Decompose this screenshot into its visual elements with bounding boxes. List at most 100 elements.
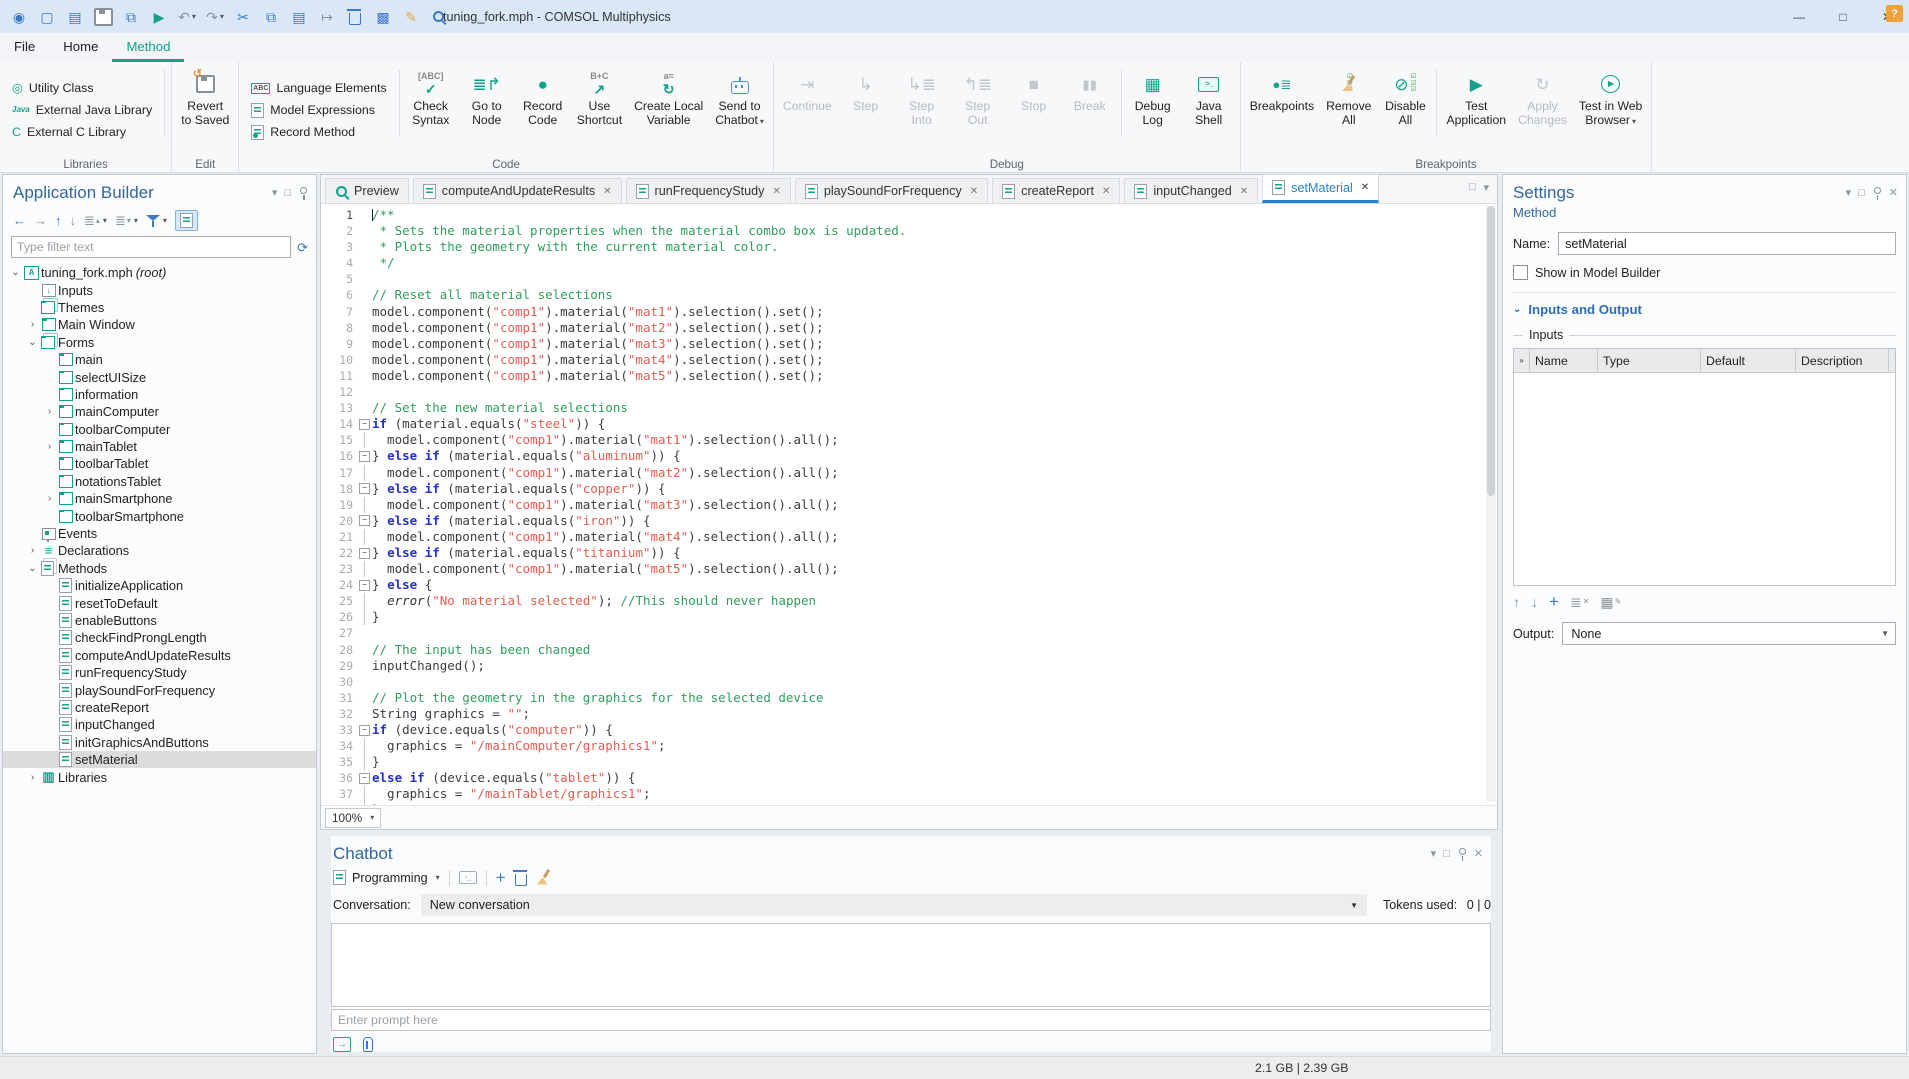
tree-item-playsoundforfrequency[interactable]: playSoundForFrequency bbox=[3, 681, 316, 698]
expander-icon[interactable]: ⌄ bbox=[9, 267, 22, 278]
forward-button[interactable]: → bbox=[34, 214, 47, 227]
maximize-button[interactable]: □ bbox=[1821, 0, 1865, 33]
move-up-button[interactable]: ↑ bbox=[1513, 595, 1520, 609]
expander-icon[interactable]: › bbox=[43, 406, 56, 417]
expander-icon[interactable]: › bbox=[26, 772, 39, 783]
ribbon-item-go-to-node[interactable]: ≣↱Go to Node bbox=[459, 64, 515, 156]
ribbon-item-create-local-variable[interactable]: a=↻Create Local Variable bbox=[628, 64, 709, 156]
tree-item-inputchanged[interactable]: inputChanged bbox=[3, 716, 316, 733]
editor-scrollbar[interactable] bbox=[1486, 206, 1496, 802]
close-icon[interactable]: ✕ bbox=[970, 186, 978, 197]
chat-prompt-input[interactable] bbox=[331, 1009, 1491, 1031]
fold-icon[interactable]: − bbox=[359, 580, 370, 591]
ribbon-item-external-c-library[interactable]: CExternal C Library bbox=[5, 121, 159, 143]
new-file-button[interactable]: ▢ bbox=[34, 5, 60, 29]
editor-tab-setmaterial[interactable]: setMaterial✕ bbox=[1262, 174, 1379, 203]
fold-icon[interactable]: − bbox=[359, 548, 370, 559]
tree-item-inputs[interactable]: ↓Inputs bbox=[3, 281, 316, 298]
tree-item-tuning-fork-mph[interactable]: ⌄Atuning_fork.mph (root) bbox=[3, 264, 316, 281]
show-in-model-builder-checkbox[interactable] bbox=[1513, 265, 1528, 280]
collapse-panel-button[interactable]: ▾ bbox=[1846, 188, 1852, 199]
paste-button[interactable]: ▤ bbox=[286, 5, 312, 29]
output-select[interactable]: None ▼ bbox=[1562, 622, 1896, 645]
editor-tab-preview[interactable]: Preview bbox=[325, 178, 409, 203]
select-button[interactable]: ▩ bbox=[370, 5, 396, 29]
code-area[interactable]: 1/**2 * Sets the material properties whe… bbox=[321, 204, 1497, 806]
editor-tab-runfrequencystudy[interactable]: runFrequencyStudy✕ bbox=[626, 178, 791, 203]
method-name-input[interactable] bbox=[1558, 232, 1896, 255]
move-down-button[interactable]: ↓ bbox=[70, 214, 77, 227]
highlight-button[interactable]: ✎ bbox=[398, 5, 424, 29]
fold-icon[interactable]: − bbox=[359, 725, 370, 736]
close-icon[interactable]: ✕ bbox=[1102, 186, 1110, 197]
expander-icon[interactable]: › bbox=[26, 545, 39, 556]
back-button[interactable]: ← bbox=[13, 214, 26, 227]
expander-icon[interactable]: › bbox=[43, 493, 56, 504]
app-logo[interactable]: ◉ bbox=[6, 5, 32, 29]
tree-item-libraries[interactable]: ›▥Libraries bbox=[3, 768, 316, 785]
save-as-button[interactable]: ⧉ bbox=[118, 5, 144, 29]
ribbon-item-utility-class[interactable]: ◎Utility Class bbox=[5, 77, 159, 99]
ribbon-item-test-application[interactable]: ▶Test Application bbox=[1440, 64, 1512, 156]
ribbon-item-check-syntax[interactable]: [ABC]✓Check Syntax bbox=[403, 64, 459, 156]
inputs-table[interactable]: »NameTypeDefaultDescriptionUnits bbox=[1513, 348, 1896, 586]
tree-item-declarations[interactable]: ›≡Declarations bbox=[3, 542, 316, 559]
fold-icon[interactable]: − bbox=[359, 419, 370, 430]
undo-button[interactable]: ↶▾ bbox=[174, 5, 200, 29]
send-to-shell-button[interactable]: ›_ bbox=[459, 871, 477, 884]
float-editor-button[interactable]: □ bbox=[1469, 181, 1476, 194]
ribbon-item-language-elements[interactable]: ABCLanguage Elements bbox=[244, 77, 393, 99]
ribbon-item-breakpoints[interactable]: ●≣Breakpoints bbox=[1244, 64, 1320, 156]
chat-mode-select[interactable]: Programming ▾ bbox=[333, 870, 440, 885]
ribbon-item-record-method[interactable]: Record Method bbox=[244, 121, 393, 143]
tree-item-resettodefault[interactable]: resetToDefault bbox=[3, 594, 316, 611]
collapse-panel-button[interactable]: ▾ bbox=[1431, 849, 1437, 860]
float-panel-button[interactable]: □ bbox=[1858, 188, 1865, 199]
ribbon-item-remove-all[interactable]: ☑☑☑Remove All bbox=[1320, 64, 1377, 156]
tree-item-maincomputer[interactable]: ›mainComputer bbox=[3, 403, 316, 420]
tree-item-toolbartablet[interactable]: toolbarTablet bbox=[3, 455, 316, 472]
editor-tab-inputchanged[interactable]: inputChanged✕ bbox=[1124, 178, 1258, 203]
ribbon-item-disable-all[interactable]: ⊘☑☑☑Disable All bbox=[1377, 64, 1433, 156]
tree-item-computeandupdateresults[interactable]: computeAndUpdateResults bbox=[3, 647, 316, 664]
collapse-all-button[interactable]: ≣▴▾ bbox=[84, 214, 107, 227]
redo-button[interactable]: ↷▾ bbox=[202, 5, 228, 29]
ribbon-item-use-shortcut[interactable]: B+C↗Use Shortcut bbox=[571, 64, 628, 156]
collapse-panel-button[interactable]: ▾ bbox=[272, 188, 278, 199]
tree-item-main[interactable]: main bbox=[3, 351, 316, 368]
close-panel-button[interactable]: ✕ bbox=[1889, 188, 1898, 199]
ribbon-item-test-in-web-browser[interactable]: ▶Test in Web Browser▾ bbox=[1573, 64, 1648, 156]
ribbon-item-revert-to-saved[interactable]: Revert to Saved bbox=[175, 64, 235, 156]
tree-item-forms[interactable]: ⌄Forms bbox=[3, 334, 316, 351]
cut-button[interactable]: ✂ bbox=[230, 5, 256, 29]
inputs-and-output-section[interactable]: ⌄ Inputs and Output bbox=[1513, 302, 1896, 317]
expander-icon[interactable]: ⌄ bbox=[26, 337, 39, 348]
tree-item-runfrequencystudy[interactable]: runFrequencyStudy bbox=[3, 664, 316, 681]
move-down-button[interactable]: ↓ bbox=[1531, 595, 1538, 609]
filter-button[interactable]: ▾ bbox=[146, 214, 167, 227]
tree-item-toolbarsmartphone[interactable]: toolbarSmartphone bbox=[3, 507, 316, 524]
pin-panel-button[interactable] bbox=[1872, 186, 1882, 200]
ribbon-tab-home[interactable]: Home bbox=[49, 33, 112, 62]
copy-button[interactable]: ⧉ bbox=[258, 5, 284, 29]
save-button[interactable] bbox=[90, 5, 116, 29]
attach-file-button[interactable] bbox=[363, 1037, 373, 1052]
move-up-button[interactable]: ↑ bbox=[55, 214, 62, 227]
tree-item-information[interactable]: information bbox=[3, 386, 316, 403]
tree-item-notationstablet[interactable]: notationsTablet bbox=[3, 473, 316, 490]
ribbon-item-send-to-chatbot[interactable]: Send to Chatbot▾ bbox=[709, 64, 770, 156]
pin-panel-button[interactable] bbox=[1457, 847, 1467, 861]
inputs-table-body[interactable] bbox=[1514, 373, 1895, 585]
ribbon-item-java-shell[interactable]: >_Java Shell bbox=[1181, 64, 1237, 156]
expander-icon[interactable]: › bbox=[43, 441, 56, 452]
ribbon-item-external-java-library[interactable]: JavaExternal Java Library bbox=[5, 99, 159, 121]
tree-item-events[interactable]: Events bbox=[3, 525, 316, 542]
tree-item-themes[interactable]: Themes bbox=[3, 299, 316, 316]
open-button[interactable]: ▤ bbox=[62, 5, 88, 29]
tree-item-methods[interactable]: ⌄Methods bbox=[3, 560, 316, 577]
tree-item-createreport[interactable]: createReport bbox=[3, 699, 316, 716]
tree-filter-input[interactable] bbox=[11, 236, 291, 258]
ribbon-item-record-code[interactable]: ●Record Code bbox=[515, 64, 571, 156]
fold-icon[interactable]: − bbox=[359, 515, 370, 526]
fold-icon[interactable]: − bbox=[359, 773, 370, 784]
